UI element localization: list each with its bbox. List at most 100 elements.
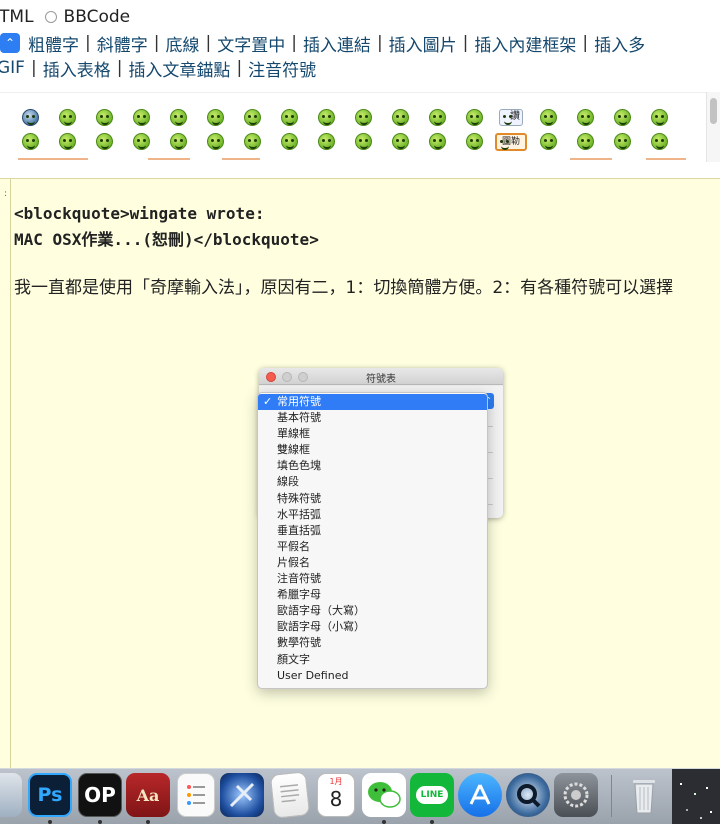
xcode-instruments-icon[interactable]	[220, 773, 264, 817]
smiley-icon[interactable]	[567, 131, 604, 155]
menu-item[interactable]: 垂直括弧	[258, 523, 487, 539]
system-utility-icon[interactable]	[0, 773, 22, 817]
smiley-icon[interactable]	[382, 131, 419, 155]
menu-item[interactable]: 線段	[258, 474, 487, 490]
smiley-icon[interactable]	[160, 107, 197, 131]
textedit-icon[interactable]	[269, 771, 311, 819]
line-messenger-icon[interactable]: LINE	[410, 773, 454, 817]
smiley-icon[interactable]	[345, 107, 382, 131]
smiley-icon[interactable]	[49, 107, 86, 131]
smiley-icon[interactable]	[308, 107, 345, 131]
menu-item[interactable]: 歐語字母（小寫）	[258, 619, 487, 635]
calendar-icon[interactable]: 1月 8	[317, 773, 355, 817]
smiley-icon[interactable]	[641, 131, 678, 155]
trash-icon[interactable]	[622, 773, 666, 817]
smiley-icon[interactable]	[456, 131, 493, 155]
smiley-icon[interactable]	[86, 131, 123, 155]
center-text-button[interactable]: 文字置中	[217, 31, 285, 56]
thumbs-up-sticker-icon[interactable]: 讚	[493, 107, 530, 131]
window-titlebar: 符號表	[259, 368, 503, 385]
insert-link-button[interactable]: 插入連結	[303, 31, 371, 56]
insert-anchor-button[interactable]: 插入文章錨點	[128, 56, 230, 81]
menu-item[interactable]: 填色色塊	[258, 458, 487, 474]
underline-button[interactable]: 底線	[165, 31, 199, 56]
smiley-icon[interactable]	[12, 107, 49, 131]
scrollbar-thumb[interactable]	[710, 98, 717, 124]
smiley-icon[interactable]	[456, 107, 493, 131]
insert-gif-button[interactable]: GIF	[0, 58, 25, 78]
menu-item[interactable]: 平假名	[258, 539, 487, 555]
line-label: LINE	[415, 786, 449, 804]
sticker-tag-icon[interactable]: 圖勒	[493, 131, 530, 155]
menu-item[interactable]: 基本符號	[258, 410, 487, 426]
html-mode-label[interactable]: ITML	[0, 7, 34, 27]
bold-button[interactable]: 粗體字	[28, 31, 79, 56]
smiley-icon[interactable]	[345, 131, 382, 155]
smiley-icon[interactable]	[530, 107, 567, 131]
menu-item-common-symbols[interactable]: ✓ 常用符號	[258, 394, 487, 411]
dxo-opticspro-icon[interactable]: OP	[78, 773, 122, 817]
menu-item-label: User Defined	[277, 668, 349, 682]
menu-item-user-defined[interactable]: User Defined	[258, 668, 487, 684]
insert-more-button[interactable]: 插入多	[594, 31, 645, 56]
photoshop-icon[interactable]: Ps	[28, 773, 72, 817]
smiley-icon[interactable]	[123, 107, 160, 131]
sticker-label: 讚	[510, 111, 520, 122]
smiley-icon[interactable]	[419, 107, 456, 131]
menu-item[interactable]: 注音符號	[258, 571, 487, 587]
smiley-icon[interactable]	[234, 107, 271, 131]
smiley-icon[interactable]	[86, 107, 123, 131]
format-select-stepper[interactable]: ⌃	[0, 33, 20, 53]
format-toolbar-row1: ⌃ 粗體字 | 斜體字 | 底線 | 文字置中 | 插入連結 | 插入圖片 | 插入內建框架…	[0, 31, 645, 56]
system-preferences-icon[interactable]	[554, 773, 598, 817]
smiley-icon[interactable]	[197, 131, 234, 155]
smiley-icon[interactable]	[530, 131, 567, 155]
smiley-icon[interactable]	[234, 131, 271, 155]
wechat-icon[interactable]	[362, 773, 406, 817]
menu-item[interactable]: 數學符號	[258, 635, 487, 651]
smiley-icon[interactable]	[49, 131, 86, 155]
menu-item-label: 歐語字母（小寫）	[277, 620, 365, 634]
menu-item[interactable]: 單線框	[258, 426, 487, 442]
smiley-icon[interactable]	[604, 131, 641, 155]
app-store-icon[interactable]	[458, 773, 502, 817]
smiley-icon[interactable]	[641, 107, 678, 131]
insert-table-button[interactable]: 插入表格	[43, 56, 111, 81]
menu-item[interactable]: 特殊符號	[258, 491, 487, 507]
reminders-icon[interactable]	[177, 773, 215, 817]
smiley-scrollbar[interactable]	[706, 92, 720, 162]
bbcode-mode-label[interactable]: BBCode	[64, 7, 131, 27]
menu-item[interactable]: 片假名	[258, 555, 487, 571]
menu-item[interactable]: 雙線框	[258, 442, 487, 458]
insert-image-button[interactable]: 插入圖片	[389, 31, 457, 56]
menu-item-label: 填色色塊	[277, 459, 321, 473]
smiley-icon[interactable]	[604, 107, 641, 131]
smiley-icon[interactable]	[123, 131, 160, 155]
menu-item[interactable]: 歐語字母（大寫）	[258, 603, 487, 619]
smiley-row: 讚	[12, 107, 678, 131]
smiley-icon[interactable]	[12, 131, 49, 155]
smiley-icon[interactable]	[419, 131, 456, 155]
smiley-icon[interactable]	[382, 107, 419, 131]
menu-item[interactable]: 希臘字母	[258, 587, 487, 603]
smiley-panel: 讚 圖勒	[0, 92, 720, 162]
quote-code: <blockquote>wingate wrote: MAC OSX作業...(…	[14, 201, 319, 253]
smiley-icon[interactable]	[567, 107, 604, 131]
bbcode-radio[interactable]	[44, 11, 57, 23]
insert-iframe-button[interactable]: 插入內建框架	[474, 31, 576, 56]
smiley-icon[interactable]	[308, 131, 345, 155]
divider	[148, 158, 190, 160]
insert-zhuyin-button[interactable]: 注音符號	[248, 56, 316, 81]
dictionary-icon[interactable]: Aa	[126, 773, 170, 817]
menu-item-label: 數學符號	[277, 636, 321, 650]
menu-item-label: 歐語字母（大寫）	[277, 604, 365, 618]
smiley-icon[interactable]	[271, 131, 308, 155]
smiley-icon[interactable]	[271, 107, 308, 131]
smiley-icon[interactable]	[160, 131, 197, 155]
italic-button[interactable]: 斜體字	[97, 31, 148, 56]
menu-item-label: 顏文字	[277, 652, 310, 666]
menu-item[interactable]: 水平括弧	[258, 507, 487, 523]
quicktime-icon[interactable]	[506, 773, 550, 817]
smiley-icon[interactable]	[197, 107, 234, 131]
menu-item[interactable]: 顏文字	[258, 652, 487, 668]
